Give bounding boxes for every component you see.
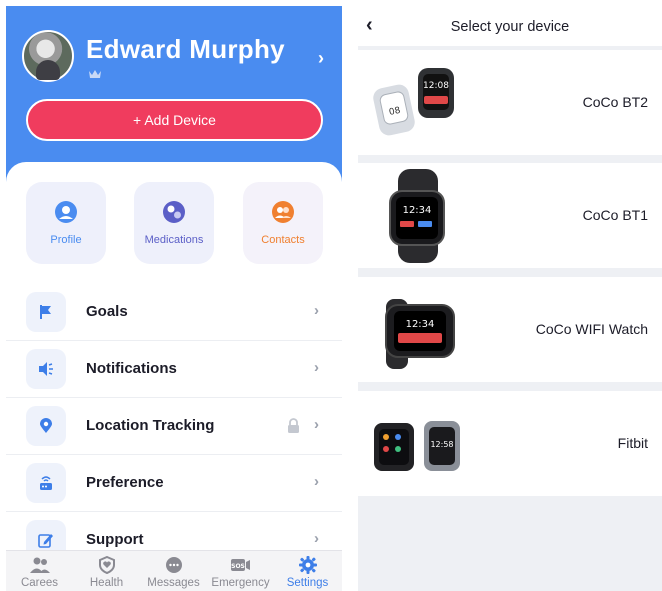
contacts-tile-label: Contacts — [261, 234, 305, 246]
svg-text:12:34: 12:34 — [406, 319, 435, 330]
tab-label: Emergency — [211, 577, 270, 589]
profile-header: Edward Murphy › + Add Device — [6, 6, 342, 186]
profile-chevron-icon[interactable]: › — [318, 48, 324, 69]
crown-icon — [89, 70, 101, 78]
tab-settings[interactable]: Settings — [274, 553, 341, 591]
tab-label: Health — [89, 577, 124, 589]
chevron-right-icon: › — [314, 302, 319, 319]
settings-card: Profile Medications Contacts Goals › Not… — [6, 162, 342, 591]
watch-image: 12:34 — [385, 299, 455, 369]
menu-item-notifications[interactable]: Notifications › — [6, 341, 342, 398]
device-picker-screen: ‹ Select your device 08 12:08 CoCo BT2 1… — [358, 6, 662, 591]
menu-item-label: Preference — [86, 474, 164, 491]
svg-text:12:34: 12:34 — [403, 205, 432, 216]
chevron-right-icon: › — [314, 530, 319, 547]
flag-icon — [40, 305, 51, 319]
chevron-right-icon: › — [314, 359, 319, 376]
location-pin-icon — [40, 418, 52, 433]
notifications-icon-box — [26, 349, 66, 389]
tab-health[interactable]: Health — [73, 553, 140, 591]
svg-text:12:08: 12:08 — [423, 81, 449, 91]
tab-label: Settings — [286, 577, 329, 589]
svg-text:12:58: 12:58 — [430, 440, 453, 449]
preference-icon-box — [26, 463, 66, 503]
nav-bar: ‹ Select your device — [358, 6, 662, 46]
menu-item-label: Goals — [86, 303, 128, 320]
speaker-icon — [39, 362, 53, 376]
contacts-icon — [272, 201, 294, 223]
router-icon — [40, 476, 52, 490]
device-option-coco-wifi-watch[interactable]: 12:34 CoCo WIFI Watch — [358, 277, 662, 382]
page-title: Select your device — [450, 19, 570, 35]
device-option-fitbit[interactable]: 12:58 Fitbit — [358, 391, 662, 496]
tab-emergency[interactable]: SOS Emergency — [207, 553, 274, 591]
menu-item-label: Location Tracking — [86, 417, 215, 434]
menu-item-label: Notifications — [86, 360, 177, 377]
edit-icon — [38, 534, 53, 548]
menu-item-location-tracking[interactable]: Location Tracking › — [6, 398, 342, 455]
device-option-coco-bt1[interactable]: 12:34 CoCo BT1 — [358, 163, 662, 268]
tab-label: Messages — [147, 577, 200, 589]
user-name[interactable]: Edward Murphy — [86, 34, 285, 65]
lock-icon — [288, 418, 299, 433]
device-name: Fitbit — [617, 435, 648, 451]
location-icon-box — [26, 406, 66, 446]
quick-tiles: Profile Medications Contacts — [26, 182, 326, 264]
goals-icon-box — [26, 292, 66, 332]
pills-icon — [163, 201, 185, 223]
device-name: CoCo WIFI Watch — [535, 321, 648, 337]
chevron-right-icon: › — [314, 473, 319, 490]
watch-image: 08 12:08 — [373, 68, 454, 136]
menu-item-label: Support — [86, 531, 144, 548]
watch-image: 12:34 — [389, 169, 445, 263]
device-name: CoCo BT1 — [582, 207, 648, 223]
svg-text:SOS: SOS — [231, 563, 245, 570]
sos-icon: SOS — [231, 559, 250, 571]
profile-tile[interactable]: Profile — [26, 182, 106, 264]
device-name: CoCo BT2 — [582, 94, 648, 110]
settings-screen: Edward Murphy › + Add Device Profile Med… — [6, 6, 342, 591]
menu-item-goals[interactable]: Goals › — [6, 284, 342, 341]
people-icon — [30, 557, 50, 573]
profile-tile-label: Profile — [50, 234, 82, 246]
medications-tile-label: Medications — [144, 234, 204, 246]
tab-label: Carees — [20, 577, 59, 589]
device-option-coco-bt2[interactable]: 08 12:08 CoCo BT2 — [358, 50, 662, 155]
chat-icon — [166, 557, 182, 573]
tab-carees[interactable]: Carees — [6, 553, 73, 591]
profile-icon — [55, 201, 77, 223]
tab-messages[interactable]: Messages — [140, 553, 207, 591]
add-device-button[interactable]: + Add Device — [26, 99, 323, 141]
shield-heart-icon — [99, 556, 115, 574]
menu-item-preference[interactable]: Preference › — [6, 455, 342, 512]
watch-image: 12:58 — [374, 421, 460, 471]
bottom-tab-bar: Carees Health Messages SOS Emergency Set… — [6, 550, 342, 591]
contacts-tile[interactable]: Contacts — [243, 182, 323, 264]
avatar[interactable] — [22, 30, 74, 82]
gear-icon — [299, 556, 317, 574]
chevron-right-icon: › — [314, 416, 319, 433]
medications-tile[interactable]: Medications — [134, 182, 214, 264]
